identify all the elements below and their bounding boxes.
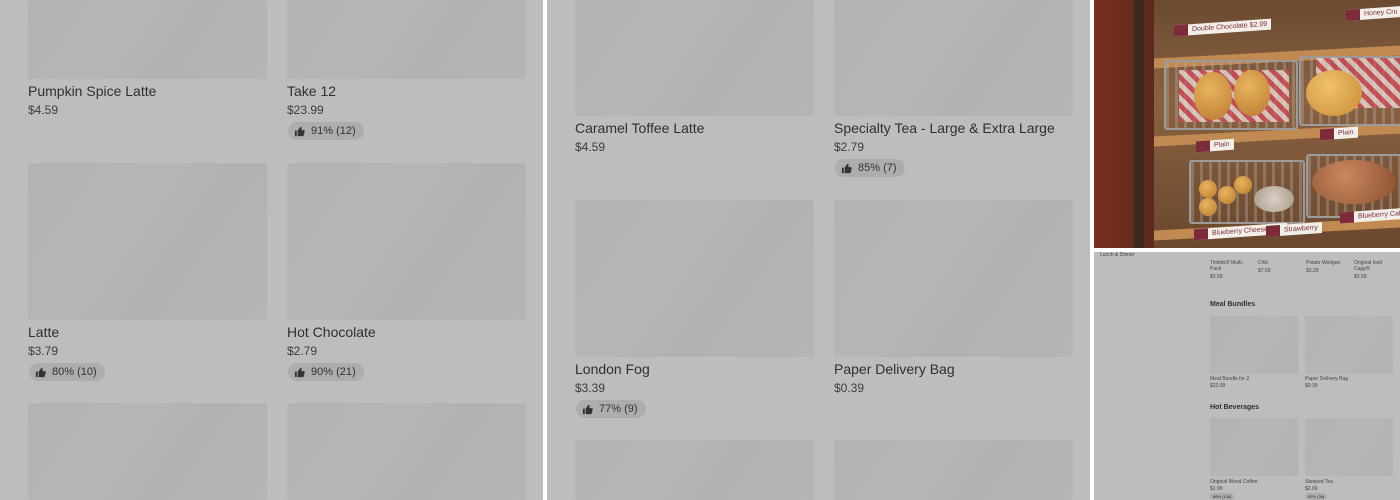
mini-item-price: $7.59 (1258, 268, 1271, 274)
section-heading: Hot Beverages (1210, 404, 1260, 411)
cabinet-edge (1134, 0, 1144, 248)
thumbs-up-icon (294, 367, 305, 377)
rating-text: 80% (10) (52, 366, 97, 378)
item-image (575, 200, 814, 357)
mini-item-name[interactable]: Original Iced Capp® (1354, 260, 1394, 272)
mini-item-name[interactable]: Paper Delivery Bag (1305, 376, 1348, 382)
item-price: $2.79 (834, 140, 865, 154)
item-image[interactable] (28, 403, 267, 500)
rating-text: 85% (7) (858, 162, 897, 174)
item-image (28, 0, 267, 79)
rating-badge: 91% (12) (288, 122, 364, 140)
item-price: $3.79 (28, 344, 59, 358)
mini-menu-screenshot: Lunch & Dinner Timbits® Multi-Pack $3.59… (1094, 252, 1400, 500)
label-text: Blueberry Cake (1358, 209, 1400, 221)
mini-rating-badge: 92% (38) (1305, 493, 1328, 500)
thumbs-up-icon (35, 367, 46, 377)
thumbs-up-icon (294, 126, 305, 136)
item-image (834, 0, 1073, 116)
mini-item-image[interactable] (1305, 316, 1393, 374)
bagel (1306, 70, 1362, 116)
timbit (1199, 198, 1217, 216)
mini-item-price: $3.59 (1210, 274, 1223, 280)
mini-item-price: $0.39 (1305, 383, 1318, 389)
item-image[interactable] (834, 440, 1073, 500)
item-image[interactable] (575, 440, 814, 500)
item-price: $4.59 (28, 103, 59, 117)
item-image (28, 163, 267, 320)
mini-item-price: $3.59 (1354, 274, 1367, 280)
item-price: $23.99 (287, 103, 324, 117)
left-menu-panel: Pumpkin Spice Latte $4.59 Take 12 $23.99… (0, 0, 543, 500)
rating-text: 91% (12) (311, 125, 356, 137)
item-image (287, 0, 526, 79)
item-name: Paper Delivery Bag (834, 361, 955, 377)
mini-item-price: $1.99 (1210, 486, 1223, 492)
label-text: Strawberry (1284, 224, 1318, 234)
price-label: Plain (1320, 126, 1358, 141)
bakery-display-photo: Double Chocolate $2.99 Honey Cru Plain P… (1094, 0, 1400, 248)
item-price: $0.39 (834, 381, 865, 395)
item-image (834, 200, 1073, 357)
item-price: $3.39 (575, 381, 606, 395)
rating-badge: 80% (10) (29, 363, 105, 381)
mini-item-image[interactable] (1210, 316, 1298, 374)
croissant (1194, 72, 1232, 120)
timbit (1234, 176, 1252, 194)
right-column: Double Chocolate $2.99 Honey Cru Plain P… (1094, 0, 1400, 500)
item-image (575, 0, 814, 116)
item-name: London Fog (575, 361, 650, 377)
mini-item-name[interactable]: Timbits® Multi-Pack (1210, 260, 1252, 272)
item-name: Latte (28, 324, 60, 340)
croissant (1234, 70, 1270, 116)
sidebar-category[interactable]: Lunch & Dinner (1100, 252, 1134, 258)
item-name: Caramel Toffee Latte (575, 120, 705, 136)
item-name: Take 12 (287, 83, 337, 99)
mini-item-price: $2.09 (1305, 486, 1318, 492)
price-label: Honey Cru (1346, 6, 1400, 21)
middle-menu-panel: Caramel Toffee Latte $4.59 Specialty Tea… (547, 0, 1090, 500)
mini-item-price: $3.29 (1306, 268, 1319, 274)
item-price: $4.59 (575, 140, 606, 154)
thumbs-up-icon (582, 404, 593, 414)
label-price: $2.99 (1249, 20, 1268, 30)
item-name: Pumpkin Spice Latte (28, 83, 157, 99)
item-image (287, 163, 526, 320)
rating-text: 77% (9) (599, 403, 638, 415)
mini-item-name[interactable]: Meal Bundle for 2 (1210, 376, 1249, 382)
mini-item-name[interactable]: Original Blend Coffee (1210, 479, 1257, 485)
label-text: Plain (1338, 128, 1354, 138)
label-text: Double Chocolate (1192, 22, 1248, 34)
mini-item-name[interactable]: Potato Wedges (1306, 260, 1340, 266)
label-text: Honey Cru (1364, 8, 1398, 18)
mini-item-name[interactable]: Steeped Tea (1305, 479, 1333, 485)
item-price: $2.79 (287, 344, 318, 358)
mini-item-image[interactable] (1305, 418, 1393, 476)
price-label: Plain (1196, 138, 1234, 153)
label-text: Plain (1214, 140, 1230, 150)
mini-item-price: $22.09 (1210, 383, 1226, 389)
item-image[interactable] (287, 403, 526, 500)
rating-badge: 85% (7) (835, 159, 905, 177)
mini-rating-badge: 88% (138) (1210, 493, 1235, 500)
muffins (1312, 160, 1396, 204)
item-name: Specialty Tea - Large & Extra Large (834, 120, 1055, 136)
price-label: Double Chocolate $2.99 (1174, 18, 1272, 37)
timbit (1218, 186, 1236, 204)
mini-item-name[interactable]: Chili (1258, 260, 1268, 266)
rating-badge: 90% (21) (288, 363, 364, 381)
timbit (1199, 180, 1217, 198)
item-name: Hot Chocolate (287, 324, 376, 340)
rating-badge: 77% (9) (576, 400, 646, 418)
section-heading: Meal Bundles (1210, 301, 1256, 308)
rating-text: 90% (21) (311, 366, 356, 378)
thumbs-up-icon (841, 163, 852, 173)
cabinet-frame (1094, 0, 1154, 248)
cookies (1254, 186, 1294, 212)
mini-item-image[interactable] (1210, 418, 1298, 476)
